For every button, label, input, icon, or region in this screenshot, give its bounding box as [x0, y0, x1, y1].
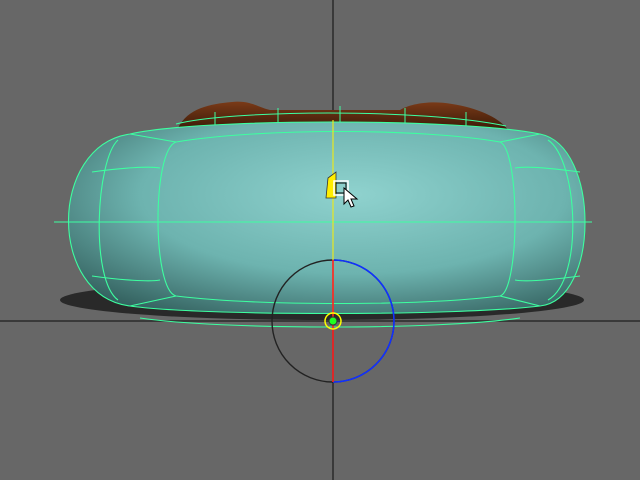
viewport-canvas[interactable] [0, 0, 640, 480]
3d-viewport[interactable] [0, 0, 640, 480]
pivot-center[interactable] [328, 316, 338, 326]
